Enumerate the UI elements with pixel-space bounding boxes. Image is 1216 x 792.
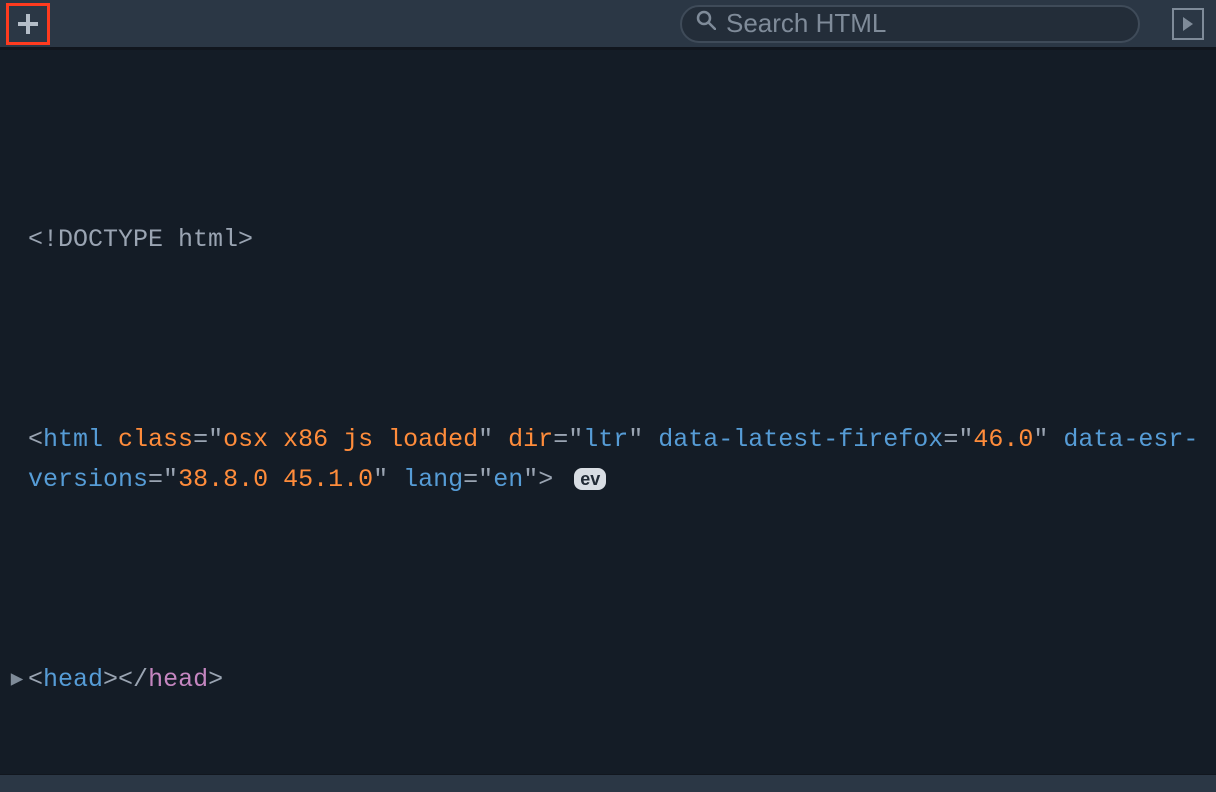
inspector-toolbar xyxy=(0,0,1216,50)
twisty-collapsed[interactable]: ▸ xyxy=(6,660,28,700)
add-node-button[interactable] xyxy=(6,3,50,45)
a: < xyxy=(28,665,43,694)
doctype-line[interactable]: ▸ <!DOCTYPE html> xyxy=(0,220,1216,260)
head-close: head xyxy=(148,665,208,694)
html-open-line[interactable]: ▸ <html class="osx x86 js loaded" dir="l… xyxy=(0,420,1216,500)
toggle-pane-button[interactable] xyxy=(1172,8,1204,40)
eq: = xyxy=(553,425,568,454)
eq: = xyxy=(463,465,478,494)
eq: = xyxy=(148,465,163,494)
plus-icon xyxy=(17,13,39,35)
html-tag: html xyxy=(43,425,103,454)
attr-val: 38.8.0 45.1.0 xyxy=(178,465,373,494)
search-input[interactable] xyxy=(724,7,1124,40)
q: " xyxy=(478,425,493,454)
toggle-pane-icon xyxy=(1181,15,1195,33)
attr-name: class xyxy=(118,425,193,454)
a: </ xyxy=(118,665,148,694)
attr-name: data-latest-firefox xyxy=(658,425,943,454)
q: " xyxy=(208,425,223,454)
q: " xyxy=(163,465,178,494)
q: " xyxy=(568,425,583,454)
eq: = xyxy=(943,425,958,454)
horizontal-scrollbar[interactable] xyxy=(0,774,1216,792)
attr-val: ltr xyxy=(583,425,628,454)
angle-close: > xyxy=(538,465,553,494)
event-badge[interactable]: ev xyxy=(574,468,606,490)
head-line[interactable]: ▸ <head></head> xyxy=(0,660,1216,700)
q: " xyxy=(1033,425,1048,454)
attr-name: dir xyxy=(508,425,553,454)
attr-val: osx x86 js loaded xyxy=(223,425,478,454)
q: " xyxy=(478,465,493,494)
q: " xyxy=(958,425,973,454)
head-open: head xyxy=(43,665,103,694)
attr-name: lang xyxy=(403,465,463,494)
eq: = xyxy=(193,425,208,454)
attr-val: en xyxy=(493,465,523,494)
q: " xyxy=(628,425,643,454)
doctype-text: <!DOCTYPE html> xyxy=(28,225,253,254)
angle-open: < xyxy=(28,425,43,454)
attr-val: 46.0 xyxy=(973,425,1033,454)
search-icon xyxy=(696,9,716,38)
a: > xyxy=(103,665,118,694)
a: > xyxy=(208,665,223,694)
q: " xyxy=(523,465,538,494)
q: " xyxy=(373,465,388,494)
search-html-box[interactable] xyxy=(680,5,1140,43)
markup-tree[interactable]: ▸ <!DOCTYPE html> ▸ <html class="osx x86… xyxy=(0,50,1216,792)
